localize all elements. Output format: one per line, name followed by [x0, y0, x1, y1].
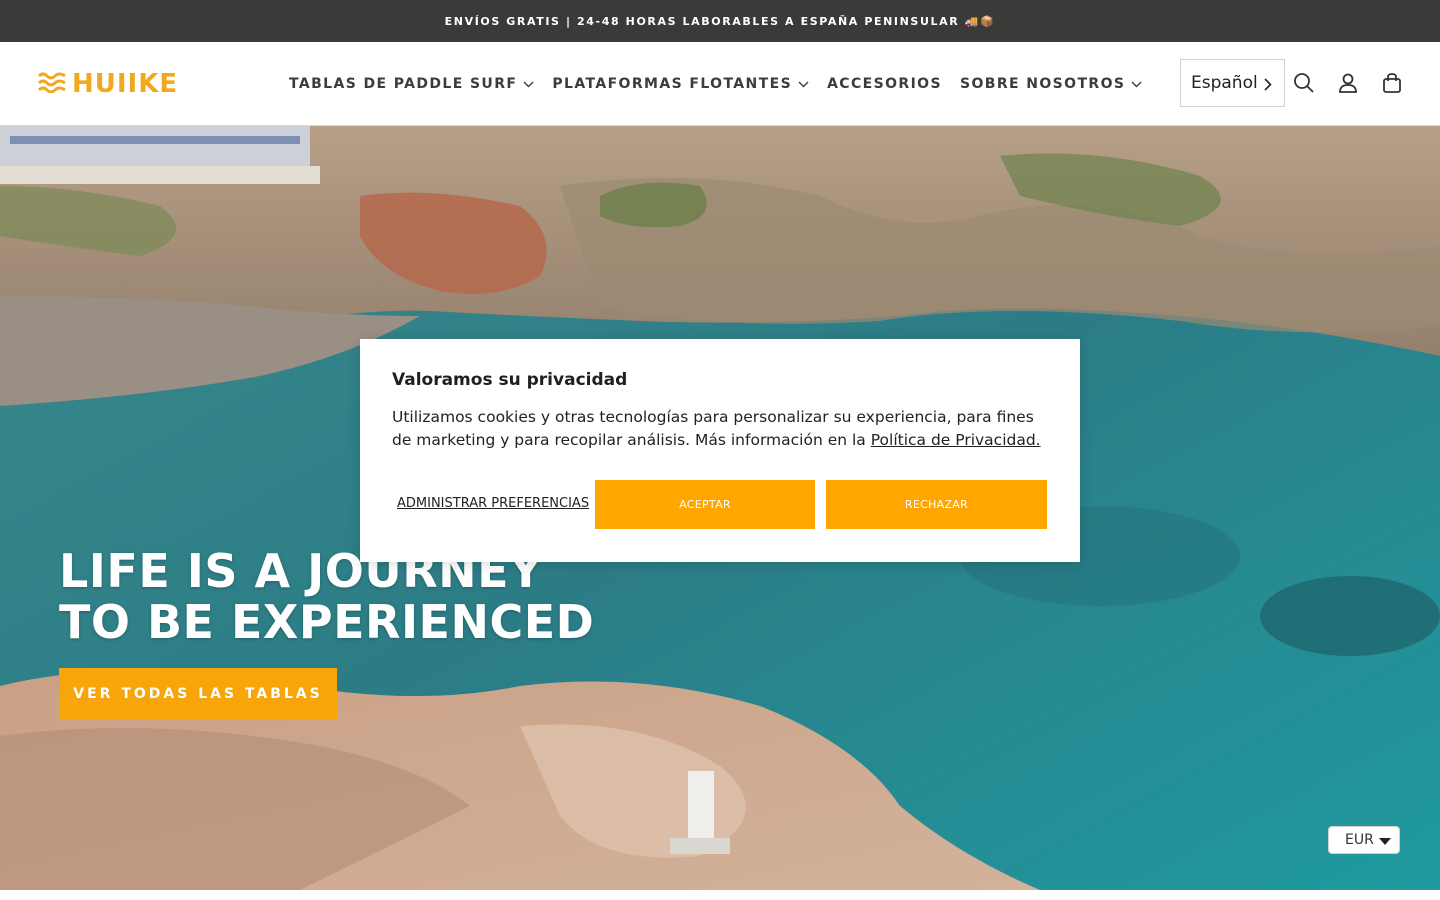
- privacy-policy-link[interactable]: Política de Privacidad.: [871, 431, 1041, 449]
- nav-item-tablas[interactable]: TABLAS DE PADDLE SURF: [289, 74, 534, 94]
- chevron-right-icon: [1264, 76, 1272, 96]
- caret-down-icon: [1379, 838, 1391, 845]
- view-all-boards-button[interactable]: VER TODAS LAS TABLAS: [59, 668, 337, 720]
- cookie-consent-dialog: Valoramos su privacidad Utilizamos cooki…: [360, 339, 1080, 562]
- nav-item-accesorios[interactable]: ACCESORIOS: [827, 74, 942, 94]
- chevron-down-icon: [1131, 81, 1142, 88]
- hero-title-line-2: TO BE EXPERIENCED: [59, 595, 595, 649]
- logo[interactable]: HUIIKE: [37, 69, 179, 99]
- nav-item-sobre-nosotros[interactable]: SOBRE NOSOTROS: [960, 74, 1142, 94]
- nav-item-label: SOBRE NOSOTROS: [959, 76, 1126, 92]
- accept-cookies-button[interactable]: ACEPTAR: [595, 480, 815, 529]
- search-icon[interactable]: [1293, 72, 1315, 94]
- currency-selector[interactable]: EUR: [1328, 826, 1400, 854]
- currency-value: EUR: [1345, 832, 1374, 848]
- language-label: Español: [1191, 73, 1258, 93]
- cookie-description: Utilizamos cookies y otras tecnologías p…: [392, 406, 1052, 452]
- main-nav: TABLAS DE PADDLE SURF PLATAFORMAS FLOTAN…: [289, 74, 1160, 94]
- language-selector[interactable]: Español: [1180, 59, 1285, 107]
- chevron-down-icon: [523, 81, 534, 88]
- site-header: HUIIKE TABLAS DE PADDLE SURF PLATAFORMAS…: [0, 42, 1440, 126]
- chevron-down-icon: [798, 81, 809, 88]
- cookie-title: Valoramos su privacidad: [392, 370, 628, 390]
- nav-item-label: PLATAFORMAS FLOTANTES: [552, 76, 793, 92]
- logo-text: HUIIKE: [72, 69, 179, 99]
- manage-preferences-button[interactable]: ADMINISTRAR PREFERENCIAS: [397, 496, 589, 511]
- nav-item-label: TABLAS DE PADDLE SURF: [289, 76, 518, 92]
- nav-item-plataformas[interactable]: PLATAFORMAS FLOTANTES: [552, 74, 809, 94]
- cart-icon[interactable]: [1381, 72, 1403, 94]
- account-icon[interactable]: [1337, 72, 1359, 94]
- announcement-text: ENVÍOS GRATIS | 24-48 HORAS LABORABLES A…: [444, 14, 996, 28]
- nav-item-label: ACCESORIOS: [827, 76, 942, 92]
- reject-cookies-button[interactable]: RECHAZAR: [826, 480, 1047, 529]
- waves-logo-icon: [37, 71, 66, 97]
- announcement-bar: ENVÍOS GRATIS | 24-48 HORAS LABORABLES A…: [0, 0, 1440, 42]
